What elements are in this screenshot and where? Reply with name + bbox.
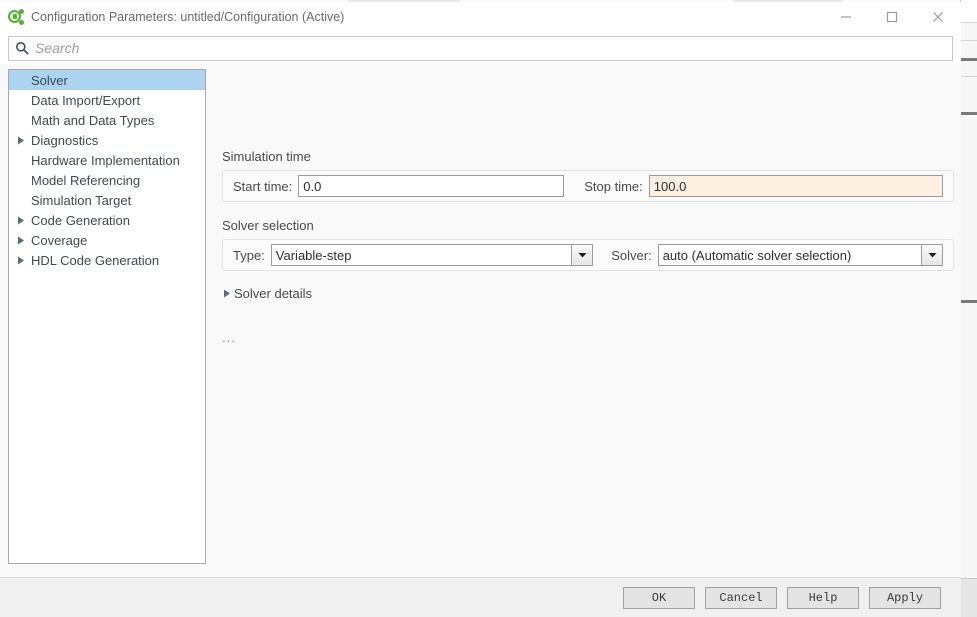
sidebar-item-simulation-target[interactable]: Simulation Target xyxy=(9,190,205,210)
sidebar-item-label: Diagnostics xyxy=(31,132,99,148)
solver-type-dropdown[interactable]: Variable-step xyxy=(270,244,594,266)
solver-pane: Simulation time Start time: 0.0 Stop tim… xyxy=(216,64,954,577)
start-time-label: Start time: xyxy=(233,178,293,194)
simulink-icon xyxy=(7,9,24,25)
chevron-down-icon[interactable] xyxy=(921,245,942,265)
settings-tree[interactable]: Solver Data Import/Export Math and Data … xyxy=(8,69,206,564)
sidebar-item-hdl-code-generation[interactable]: HDL Code Generation xyxy=(9,250,205,270)
chevron-down-icon[interactable] xyxy=(571,245,593,265)
sidebar-item-math-and-data-types[interactable]: Math and Data Types xyxy=(9,110,205,130)
ok-button[interactable]: OK xyxy=(623,586,695,609)
dialog-footer: OK Cancel Help Apply xyxy=(0,577,961,617)
sidebar-item-label: Math and Data Types xyxy=(31,112,155,128)
minimize-icon[interactable] xyxy=(823,2,869,32)
title-bar[interactable]: Configuration Parameters: untitled/Confi… xyxy=(0,2,961,32)
sidebar-item-diagnostics[interactable]: Diagnostics xyxy=(9,130,205,150)
dialog-body: Solver Data Import/Export Math and Data … xyxy=(0,64,961,577)
solver-type-value: Variable-step xyxy=(275,247,352,263)
solver-selection-group: Type: Variable-step Solver: auto (Automa… xyxy=(222,239,954,271)
sidebar-item-data-import-export[interactable]: Data Import/Export xyxy=(9,90,205,110)
solver-value: auto (Automatic solver selection) xyxy=(662,247,852,263)
stop-time-input[interactable]: 100.0 xyxy=(648,175,943,197)
apply-button[interactable]: Apply xyxy=(869,586,941,609)
sidebar-item-code-generation[interactable]: Code Generation xyxy=(9,210,205,230)
start-time-input[interactable]: 0.0 xyxy=(298,175,565,197)
stop-time-label: Stop time: xyxy=(584,178,643,194)
window-controls xyxy=(823,2,961,32)
chevron-right-icon[interactable] xyxy=(13,236,29,245)
solver-details-expander[interactable]: Solver details xyxy=(220,286,312,301)
search-placeholder: Search xyxy=(35,40,80,56)
close-icon[interactable] xyxy=(915,2,961,32)
sidebar-item-model-referencing[interactable]: Model Referencing xyxy=(9,170,205,190)
solver-details-label: Solver details xyxy=(234,286,313,301)
solver-selection-group-label: Solver selection xyxy=(222,218,314,233)
chevron-right-icon[interactable] xyxy=(13,136,29,145)
sidebar-item-label: Solver xyxy=(31,72,68,88)
configuration-parameters-dialog: Configuration Parameters: untitled/Confi… xyxy=(0,2,961,617)
sidebar-item-coverage[interactable]: Coverage xyxy=(9,230,205,250)
maximize-icon[interactable] xyxy=(869,2,915,32)
sidebar-item-label: Simulation Target xyxy=(31,192,132,208)
simulation-time-group: Start time: 0.0 Stop time: 100.0 xyxy=(222,170,954,202)
sidebar-item-hardware-implementation[interactable]: Hardware Implementation xyxy=(9,150,205,170)
sidebar-item-label: Coverage xyxy=(31,232,88,248)
search-icon xyxy=(9,41,35,55)
help-button[interactable]: Help xyxy=(787,586,859,609)
sidebar-item-label: Code Generation xyxy=(31,212,131,228)
solver-label: Solver: xyxy=(611,247,652,263)
search-input[interactable]: Search xyxy=(8,35,953,61)
sidebar-item-label: HDL Code Generation xyxy=(31,252,160,268)
chevron-right-icon[interactable] xyxy=(13,216,29,225)
solver-dropdown[interactable]: auto (Automatic solver selection) xyxy=(657,244,943,266)
sidebar-item-label: Data Import/Export xyxy=(31,92,141,108)
sidebar-item-label: Hardware Implementation xyxy=(31,152,180,168)
window-title: Configuration Parameters: untitled/Confi… xyxy=(31,10,345,24)
search-row: Search xyxy=(0,32,961,64)
sidebar-item-solver[interactable]: Solver xyxy=(9,70,205,90)
overflow-indicator: ... xyxy=(222,330,236,345)
cancel-button[interactable]: Cancel xyxy=(705,586,777,609)
solver-type-label: Type: xyxy=(233,247,265,263)
simulation-time-group-label: Simulation time xyxy=(222,149,311,164)
chevron-right-icon[interactable] xyxy=(220,289,234,298)
sidebar-item-label: Model Referencing xyxy=(31,172,141,188)
chevron-right-icon[interactable] xyxy=(13,256,29,265)
background-window-right-strip xyxy=(960,0,977,617)
